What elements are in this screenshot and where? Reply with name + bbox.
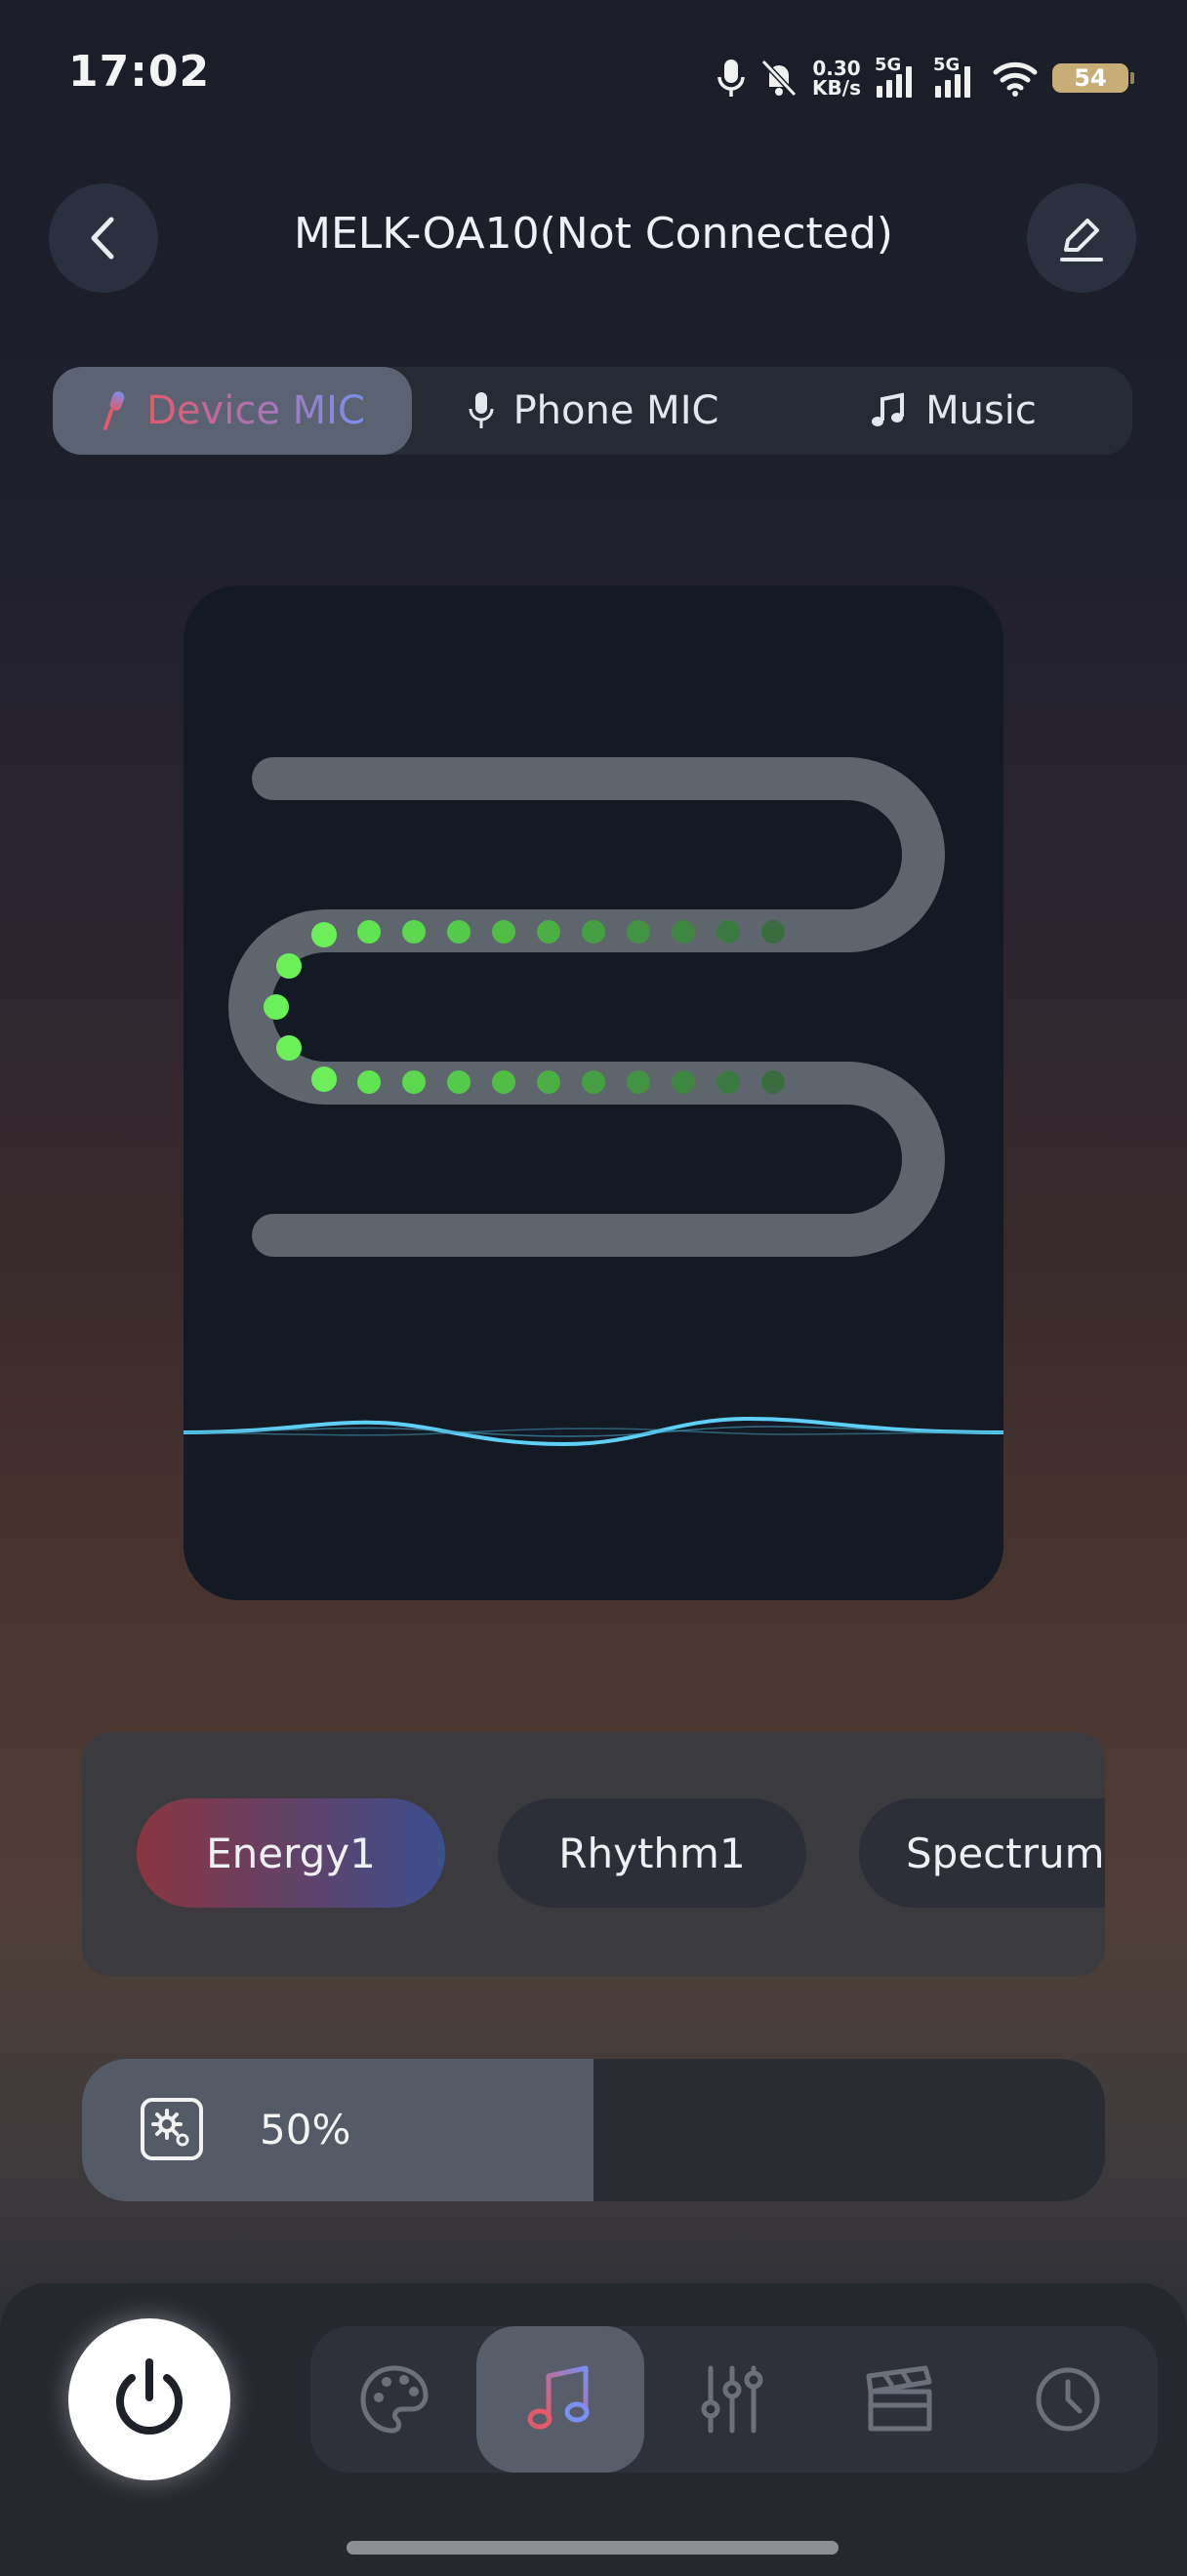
sim1-label: 5G xyxy=(875,55,902,75)
nav-color[interactable] xyxy=(310,2326,478,2473)
microphone-status-icon xyxy=(717,60,745,97)
tab-music-label: Music xyxy=(925,388,1037,433)
wifi-icon xyxy=(993,61,1038,97)
tab-device-mic[interactable]: Device MIC xyxy=(53,367,412,455)
chevron-left-icon xyxy=(91,217,114,260)
bell-muted-icon xyxy=(760,59,798,98)
music-note-icon xyxy=(527,2365,590,2430)
page-title: MELK-OA10(Not Connected) xyxy=(294,209,893,259)
gear-settings-icon xyxy=(141,2098,203,2160)
led-strip-preview xyxy=(184,585,1003,1600)
clapperboard-icon xyxy=(866,2365,932,2432)
network-rate: 0.30 KB/s xyxy=(812,59,861,98)
power-icon xyxy=(116,2358,183,2435)
speed-slider[interactable]: 50% xyxy=(82,2059,1105,2201)
network-rate-unit: KB/s xyxy=(812,76,861,100)
tab-phone-mic-label: Phone MIC xyxy=(512,388,719,433)
music-note-icon xyxy=(872,392,905,426)
effect-selector: Energy1 Rhythm1 Spectrum1 xyxy=(82,1732,1105,1976)
nav-music[interactable] xyxy=(476,2326,644,2473)
status-icons: 0.30 KB/s 5G 5G 54 xyxy=(716,49,1134,107)
sliders-icon xyxy=(701,2365,763,2434)
nav-timer[interactable] xyxy=(984,2326,1152,2473)
power-button[interactable] xyxy=(68,2318,230,2480)
nav-adjust[interactable] xyxy=(648,2326,816,2473)
pencil-icon xyxy=(1060,219,1103,262)
edit-button[interactable] xyxy=(1027,183,1136,293)
network-rate-value: 0.30 xyxy=(812,57,861,80)
signal-sim1-icon: 5G xyxy=(875,55,920,98)
palette-icon xyxy=(360,2365,429,2434)
back-button[interactable] xyxy=(49,183,158,293)
home-indicator[interactable] xyxy=(347,2541,839,2555)
sim2-label: 5G xyxy=(933,55,961,75)
tab-music[interactable]: Music xyxy=(773,367,1132,455)
microphone-icon xyxy=(103,391,125,430)
tab-phone-mic[interactable]: Phone MIC xyxy=(412,367,773,455)
led-strip-graphic xyxy=(184,757,1003,1447)
battery-icon: 54 xyxy=(1052,63,1134,93)
status-time: 17:02 xyxy=(68,47,211,97)
sound-wave xyxy=(184,1416,1003,1447)
speed-value: 50% xyxy=(260,2106,351,2153)
audio-source-tabs: Device MIC Phone MIC Music xyxy=(53,367,1132,455)
clock-icon xyxy=(1036,2367,1100,2432)
signal-sim2-icon: 5G xyxy=(933,55,978,98)
effect-spectrum1[interactable]: Spectrum1 xyxy=(859,1798,1105,1908)
led-strip-path xyxy=(228,757,945,1257)
effect-rhythm1[interactable]: Rhythm1 xyxy=(498,1798,806,1908)
tab-device-mic-label: Device MIC xyxy=(146,388,365,433)
microphone-icon xyxy=(469,392,494,428)
effect-energy1[interactable]: Energy1 xyxy=(137,1798,445,1908)
nav-scenes[interactable] xyxy=(816,2326,984,2473)
